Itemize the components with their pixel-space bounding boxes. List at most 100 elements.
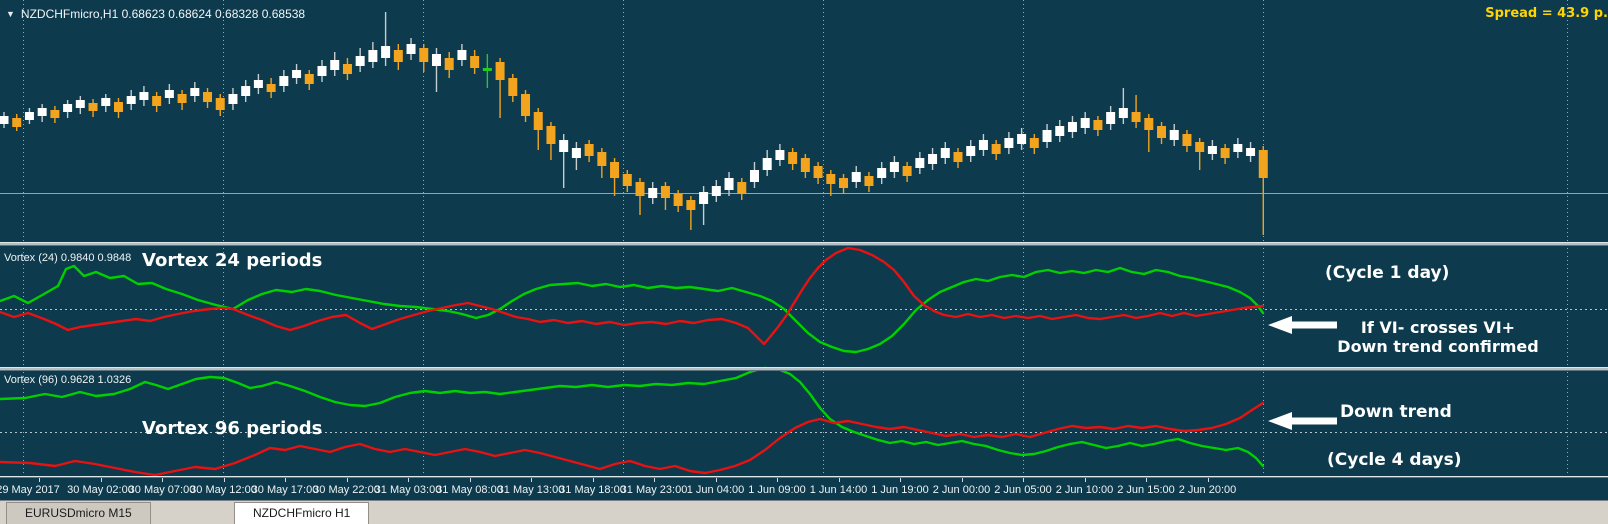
- vortex-series-down: [0, 401, 1265, 477]
- candle: [851, 172, 861, 182]
- time-axis-tick: [39, 478, 40, 482]
- time-axis-tick: [285, 478, 286, 482]
- time-axis-tick: [408, 478, 409, 482]
- candle: [444, 58, 454, 70]
- left-arrow-icon: [1268, 412, 1337, 430]
- candle: [686, 200, 696, 210]
- vortex24-signal-line2: Down trend confirmed: [1337, 337, 1539, 356]
- chart-tab-bar: EURUSDmicro M15 NZDCHFmicro H1: [0, 500, 1608, 524]
- vortex96-signal-note: Down trend: [1340, 402, 1452, 422]
- candle: [622, 174, 632, 186]
- candle: [215, 98, 225, 110]
- candle: [699, 192, 709, 204]
- candle: [762, 158, 772, 170]
- candle: [177, 94, 187, 103]
- candle: [63, 104, 73, 112]
- candle: [203, 92, 213, 102]
- time-axis-label: 1 Jun 19:00: [871, 484, 929, 496]
- candle: [749, 170, 759, 182]
- symbol-ohlc-text: NZDCHFmicro,H1 0.68623 0.68624 0.68328 0…: [20, 7, 306, 21]
- candle: [330, 60, 340, 70]
- candle: [1042, 130, 1052, 142]
- candle: [1258, 150, 1268, 178]
- candle: [228, 94, 238, 104]
- candle: [1131, 112, 1141, 122]
- symbol-dropdown-icon[interactable]: ▼: [6, 9, 15, 19]
- candle: [1093, 120, 1103, 130]
- vortex-series-up: [0, 366, 1265, 468]
- left-arrow-icon: [1268, 316, 1337, 334]
- candle: [660, 186, 670, 198]
- candle: [546, 126, 556, 144]
- candle: [431, 54, 441, 66]
- time-axis-tick: [838, 478, 840, 482]
- candle: [521, 94, 531, 116]
- candle: [940, 148, 950, 158]
- time-axis-tick: [162, 478, 163, 482]
- candle: [788, 152, 798, 164]
- vortex96-cycle-note: (Cycle 4 days): [1327, 450, 1462, 470]
- candle: [991, 144, 1001, 154]
- time-axis-tick: [961, 478, 963, 482]
- time-axis-label: 31 May 08:00: [436, 484, 503, 496]
- vortex96-annotation-title: Vortex 96 periods: [142, 418, 323, 439]
- candle: [1169, 130, 1179, 140]
- candle: [1207, 146, 1217, 154]
- candle: [457, 50, 467, 60]
- time-axis-tick: [223, 478, 225, 482]
- candle: [648, 188, 658, 198]
- time-axis-tick: [100, 478, 102, 482]
- candle: [1157, 126, 1167, 138]
- candle: [88, 103, 98, 111]
- time-axis-label: 31 May 13:00: [497, 484, 565, 496]
- candle: [508, 78, 518, 96]
- candle: [253, 80, 263, 88]
- candle: [928, 154, 938, 164]
- candle: [164, 90, 174, 98]
- vortex24-annotation-title: Vortex 24 periods: [142, 250, 323, 271]
- time-axis-label: 30 May 07:00: [128, 484, 196, 496]
- candle: [864, 176, 874, 186]
- candle: [635, 182, 645, 196]
- candle: [292, 70, 302, 78]
- time-axis-label: 2 Jun 20:00: [1178, 484, 1237, 496]
- time-axis-label: 2 Jun 10:00: [1055, 484, 1114, 496]
- candle: [1106, 112, 1116, 124]
- candle: [0, 116, 9, 124]
- candle: [597, 152, 607, 166]
- time-axis-tick: [531, 478, 532, 482]
- panel-separator[interactable]: [0, 242, 1608, 246]
- candle: [584, 144, 594, 156]
- candle: [139, 92, 149, 100]
- candle: [1055, 126, 1065, 136]
- candle: [317, 66, 327, 76]
- time-axis-label: 31 May 03:00: [374, 484, 442, 496]
- candle: [953, 152, 963, 162]
- time-axis[interactable]: 29 May 2017 30 May 02:00 30 May 07:00 30 Ma…: [0, 478, 1608, 500]
- candles-group: [0, 12, 1268, 235]
- time-axis-label: 30 May 12:00: [190, 484, 257, 496]
- candle: [37, 108, 47, 116]
- candle: [368, 50, 378, 62]
- candle: [279, 76, 289, 86]
- candle: [266, 84, 276, 92]
- candle: [813, 166, 823, 178]
- candle: [1246, 148, 1256, 156]
- tab-eurusdmicro-m15[interactable]: EURUSDmicro M15: [6, 502, 151, 524]
- candle: [800, 158, 810, 172]
- candle: [877, 168, 887, 178]
- time-axis-tick: [1207, 478, 1209, 482]
- spread-label: Spread = 43.9 p.: [1485, 6, 1608, 21]
- candle: [241, 86, 251, 96]
- candle: [571, 148, 581, 158]
- tab-nzdchfmicro-h1[interactable]: NZDCHFmicro H1: [234, 502, 370, 524]
- panel-separator[interactable]: [0, 367, 1608, 371]
- time-axis-tick: [1146, 478, 1147, 482]
- candle: [75, 100, 85, 108]
- time-axis-label: 1 Jun 09:00: [748, 484, 806, 496]
- candle: [839, 178, 849, 188]
- candle: [1080, 118, 1090, 128]
- candle: [126, 96, 136, 104]
- time-axis-label: 2 Jun 15:00: [1117, 484, 1175, 496]
- time-axis-label: 2 Jun 05:00: [994, 484, 1052, 496]
